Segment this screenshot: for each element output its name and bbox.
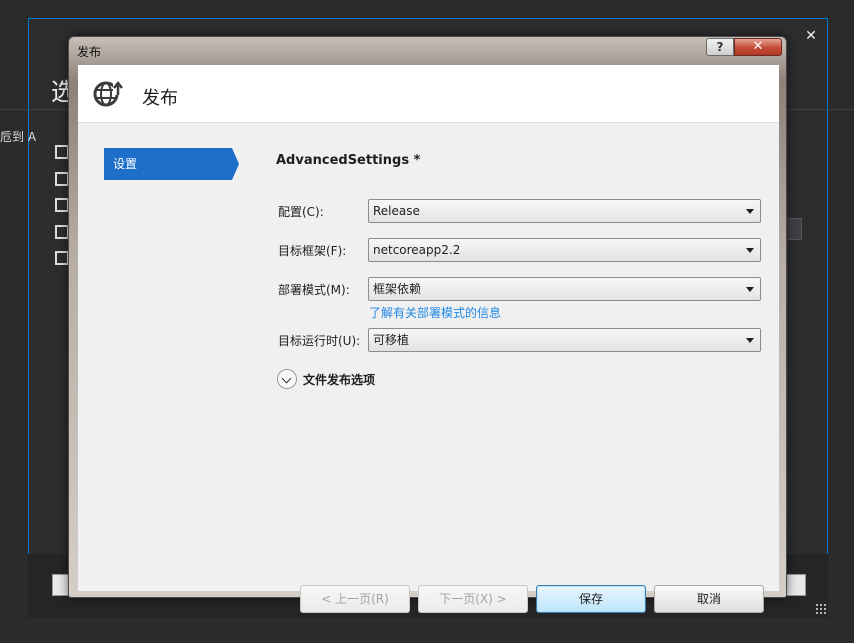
background-folder-icon <box>55 251 69 265</box>
resize-grip-icon[interactable] <box>815 603 827 615</box>
nav-item-settings[interactable]: 设置 <box>104 148 232 180</box>
nav-selected-arrow <box>232 148 239 180</box>
background-target-icon <box>55 145 69 159</box>
dialog-title: 发布 <box>77 45 102 59</box>
target-framework-label: 目标框架(F): <box>278 244 347 258</box>
header-title: 发布 <box>142 88 178 109</box>
save-button[interactable]: 保存 <box>536 585 646 613</box>
deployment-mode-link[interactable]: 了解有关部署模式的信息 <box>369 304 501 321</box>
target-framework-value: netcoreapp2.2 <box>373 243 461 257</box>
expand-chevron-icon[interactable] <box>277 369 297 389</box>
target-framework-select[interactable]: netcoreapp2.2 <box>368 238 761 262</box>
deployment-mode-select[interactable]: 框架依赖 <box>368 277 761 301</box>
file-publish-options-toggle[interactable]: 文件发布选项 <box>303 371 375 388</box>
chevron-down-icon <box>746 209 754 214</box>
next-button[interactable]: 下一页(X) > <box>418 585 528 613</box>
globe-publish-icon <box>93 80 125 107</box>
deployment-mode-value: 框架依赖 <box>373 282 422 296</box>
target-runtime-select[interactable]: 可移植 <box>368 328 761 352</box>
chevron-down-icon <box>746 338 754 343</box>
close-button[interactable]: ✕ <box>734 38 782 56</box>
previous-button[interactable]: < 上一页(R) <box>300 585 410 613</box>
chevron-down-icon <box>746 248 754 253</box>
target-runtime-label: 目标运行时(U): <box>278 334 361 348</box>
deployment-mode-label: 部署模式(M): <box>278 283 350 297</box>
help-button[interactable]: ? <box>706 38 734 56</box>
cancel-button[interactable]: 取消 <box>654 585 764 613</box>
background-target-icon <box>55 198 69 212</box>
background-target-icon <box>55 225 69 239</box>
section-title: AdvancedSettings * <box>276 153 421 168</box>
configuration-select[interactable]: Release <box>368 199 761 223</box>
configuration-label: 配置(C): <box>278 205 324 219</box>
dialog-body: 设置 AdvancedSettings * 配置(C): Release 目标框… <box>78 122 779 613</box>
target-runtime-value: 可移植 <box>373 333 410 347</box>
background-side-text: 卮到 A <box>0 130 37 144</box>
configuration-value: Release <box>373 204 420 218</box>
publish-dialog: 发布 ? ✕ 发布 设置 AdvancedSettings * 配置(C): R… <box>68 36 787 613</box>
background-target-icon <box>55 172 69 186</box>
chevron-down-icon <box>746 287 754 292</box>
background-button[interactable] <box>784 574 806 596</box>
background-close-icon[interactable]: ✕ <box>803 28 819 44</box>
dialog-header: 发布 <box>78 65 779 122</box>
